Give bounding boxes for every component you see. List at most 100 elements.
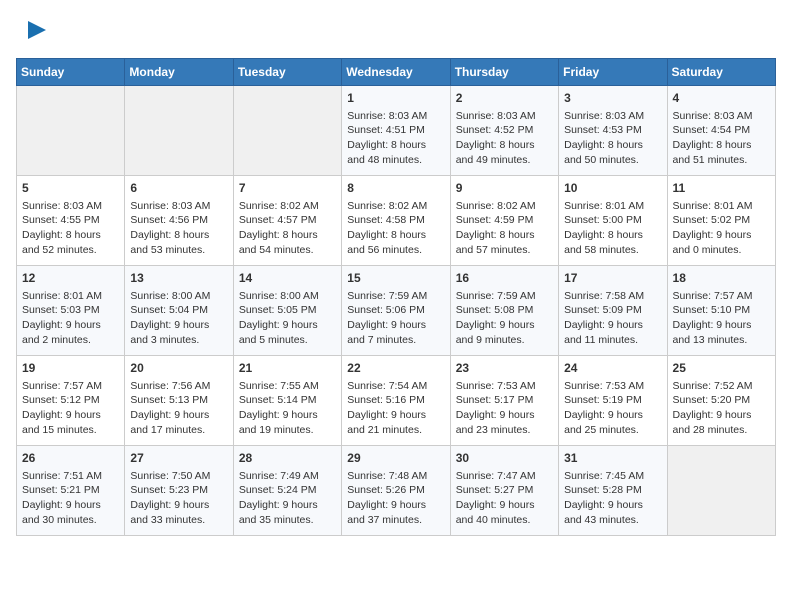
day-number: 23: [456, 360, 553, 377]
calendar-cell: 22 Sunrise: 7:54 AMSunset: 5:16 PMDayligh…: [342, 356, 450, 446]
week-row-5: 26 Sunrise: 7:51 AMSunset: 5:21 PMDayligh…: [17, 446, 776, 536]
calendar-cell: 6 Sunrise: 8:03 AMSunset: 4:56 PMDaylight…: [125, 176, 233, 266]
header-day-friday: Friday: [559, 59, 667, 86]
day-info: Sunrise: 7:54 AMSunset: 5:16 PMDaylight:…: [347, 380, 427, 436]
day-number: 31: [564, 450, 661, 467]
calendar-cell: 26 Sunrise: 7:51 AMSunset: 5:21 PMDayligh…: [17, 446, 125, 536]
calendar-cell: 30 Sunrise: 7:47 AMSunset: 5:27 PMDayligh…: [450, 446, 558, 536]
calendar-cell: [17, 86, 125, 176]
day-info: Sunrise: 7:59 AMSunset: 5:06 PMDaylight:…: [347, 290, 427, 346]
day-info: Sunrise: 7:58 AMSunset: 5:09 PMDaylight:…: [564, 290, 644, 346]
day-info: Sunrise: 7:48 AMSunset: 5:26 PMDaylight:…: [347, 470, 427, 526]
day-info: Sunrise: 7:57 AMSunset: 5:12 PMDaylight:…: [22, 380, 102, 436]
day-number: 7: [239, 180, 336, 197]
calendar-table: SundayMondayTuesdayWednesdayThursdayFrid…: [16, 58, 776, 536]
day-number: 4: [673, 90, 770, 107]
day-info: Sunrise: 7:47 AMSunset: 5:27 PMDaylight:…: [456, 470, 536, 526]
header-day-saturday: Saturday: [667, 59, 775, 86]
day-number: 16: [456, 270, 553, 287]
calendar-cell: 24Sunrise: 7:53 AMSunset: 5:19 PMDayligh…: [559, 356, 667, 446]
day-number: 26: [22, 450, 119, 467]
calendar-cell: 11Sunrise: 8:01 AMSunset: 5:02 PMDayligh…: [667, 176, 775, 266]
day-number: 1: [347, 90, 444, 107]
day-number: 21: [239, 360, 336, 377]
day-info: Sunrise: 8:03 AMSunset: 4:52 PMDaylight:…: [456, 110, 536, 166]
week-row-3: 12Sunrise: 8:01 AMSunset: 5:03 PMDayligh…: [17, 266, 776, 356]
day-number: 15: [347, 270, 444, 287]
calendar-cell: 10 Sunrise: 8:01 AMSunset: 5:00 PMDayligh…: [559, 176, 667, 266]
calendar-cell: 7 Sunrise: 8:02 AMSunset: 4:57 PMDaylight…: [233, 176, 341, 266]
calendar-cell: 29 Sunrise: 7:48 AMSunset: 5:26 PMDayligh…: [342, 446, 450, 536]
day-number: 27: [130, 450, 227, 467]
day-number: 28: [239, 450, 336, 467]
day-info: Sunrise: 8:01 AMSunset: 5:00 PMDaylight:…: [564, 200, 644, 256]
header-day-wednesday: Wednesday: [342, 59, 450, 86]
day-info: Sunrise: 8:00 AMSunset: 5:04 PMDaylight:…: [130, 290, 210, 346]
day-number: 20: [130, 360, 227, 377]
day-number: 9: [456, 180, 553, 197]
header-day-sunday: Sunday: [17, 59, 125, 86]
day-info: Sunrise: 8:03 AMSunset: 4:51 PMDaylight:…: [347, 110, 427, 166]
calendar-cell: 15 Sunrise: 7:59 AMSunset: 5:06 PMDayligh…: [342, 266, 450, 356]
calendar-cell: 2 Sunrise: 8:03 AMSunset: 4:52 PMDaylight…: [450, 86, 558, 176]
calendar-cell: 12Sunrise: 8:01 AMSunset: 5:03 PMDayligh…: [17, 266, 125, 356]
header-day-monday: Monday: [125, 59, 233, 86]
day-number: 13: [130, 270, 227, 287]
calendar-cell: 25Sunrise: 7:52 AMSunset: 5:20 PMDayligh…: [667, 356, 775, 446]
calendar-cell: 28Sunrise: 7:49 AMSunset: 5:24 PMDayligh…: [233, 446, 341, 536]
calendar-cell: 13 Sunrise: 8:00 AMSunset: 5:04 PMDayligh…: [125, 266, 233, 356]
day-info: Sunrise: 7:59 AMSunset: 5:08 PMDaylight:…: [456, 290, 536, 346]
day-number: 8: [347, 180, 444, 197]
day-info: Sunrise: 7:51 AMSunset: 5:21 PMDaylight:…: [22, 470, 102, 526]
calendar-cell: 4 Sunrise: 8:03 AMSunset: 4:54 PMDaylight…: [667, 86, 775, 176]
calendar-cell: [233, 86, 341, 176]
calendar-cell: 21 Sunrise: 7:55 AMSunset: 5:14 PMDayligh…: [233, 356, 341, 446]
day-number: 6: [130, 180, 227, 197]
calendar-cell: 31 Sunrise: 7:45 AMSunset: 5:28 PMDayligh…: [559, 446, 667, 536]
day-info: Sunrise: 8:03 AMSunset: 4:55 PMDaylight:…: [22, 200, 102, 256]
day-info: Sunrise: 8:03 AMSunset: 4:56 PMDaylight:…: [130, 200, 210, 256]
header-day-thursday: Thursday: [450, 59, 558, 86]
day-number: 11: [673, 180, 770, 197]
calendar-cell: 23 Sunrise: 7:53 AMSunset: 5:17 PMDayligh…: [450, 356, 558, 446]
day-info: Sunrise: 7:45 AMSunset: 5:28 PMDaylight:…: [564, 470, 644, 526]
day-info: Sunrise: 7:53 AMSunset: 5:19 PMDaylight:…: [564, 380, 644, 436]
day-info: Sunrise: 7:57 AMSunset: 5:10 PMDaylight:…: [673, 290, 753, 346]
day-number: 30: [456, 450, 553, 467]
week-row-4: 19 Sunrise: 7:57 AMSunset: 5:12 PMDayligh…: [17, 356, 776, 446]
logo-icon: [18, 16, 48, 46]
calendar-cell: [125, 86, 233, 176]
day-info: Sunrise: 8:02 AMSunset: 4:59 PMDaylight:…: [456, 200, 536, 256]
day-info: Sunrise: 7:50 AMSunset: 5:23 PMDaylight:…: [130, 470, 210, 526]
day-info: Sunrise: 7:55 AMSunset: 5:14 PMDaylight:…: [239, 380, 319, 436]
day-info: Sunrise: 8:00 AMSunset: 5:05 PMDaylight:…: [239, 290, 319, 346]
header-row: SundayMondayTuesdayWednesdayThursdayFrid…: [17, 59, 776, 86]
day-number: 14: [239, 270, 336, 287]
day-number: 22: [347, 360, 444, 377]
week-row-1: 1 Sunrise: 8:03 AMSunset: 4:51 PMDaylight…: [17, 86, 776, 176]
day-info: Sunrise: 7:53 AMSunset: 5:17 PMDaylight:…: [456, 380, 536, 436]
calendar-cell: 3 Sunrise: 8:03 AMSunset: 4:53 PMDaylight…: [559, 86, 667, 176]
day-number: 19: [22, 360, 119, 377]
day-info: Sunrise: 8:03 AMSunset: 4:54 PMDaylight:…: [673, 110, 753, 166]
calendar-cell: 18 Sunrise: 7:57 AMSunset: 5:10 PMDayligh…: [667, 266, 775, 356]
calendar-cell: 17Sunrise: 7:58 AMSunset: 5:09 PMDayligh…: [559, 266, 667, 356]
calendar-cell: 9 Sunrise: 8:02 AMSunset: 4:59 PMDaylight…: [450, 176, 558, 266]
day-number: 3: [564, 90, 661, 107]
day-info: Sunrise: 8:02 AMSunset: 4:57 PMDaylight:…: [239, 200, 319, 256]
calendar-cell: 5 Sunrise: 8:03 AMSunset: 4:55 PMDaylight…: [17, 176, 125, 266]
day-number: 29: [347, 450, 444, 467]
day-number: 10: [564, 180, 661, 197]
day-info: Sunrise: 8:03 AMSunset: 4:53 PMDaylight:…: [564, 110, 644, 166]
day-info: Sunrise: 7:56 AMSunset: 5:13 PMDaylight:…: [130, 380, 210, 436]
calendar-cell: 19 Sunrise: 7:57 AMSunset: 5:12 PMDayligh…: [17, 356, 125, 446]
header-day-tuesday: Tuesday: [233, 59, 341, 86]
week-row-2: 5 Sunrise: 8:03 AMSunset: 4:55 PMDaylight…: [17, 176, 776, 266]
calendar-cell: 8 Sunrise: 8:02 AMSunset: 4:58 PMDaylight…: [342, 176, 450, 266]
day-number: 2: [456, 90, 553, 107]
day-info: Sunrise: 8:02 AMSunset: 4:58 PMDaylight:…: [347, 200, 427, 256]
day-info: Sunrise: 7:52 AMSunset: 5:20 PMDaylight:…: [673, 380, 753, 436]
day-info: Sunrise: 8:01 AMSunset: 5:03 PMDaylight:…: [22, 290, 102, 346]
day-number: 5: [22, 180, 119, 197]
day-number: 18: [673, 270, 770, 287]
